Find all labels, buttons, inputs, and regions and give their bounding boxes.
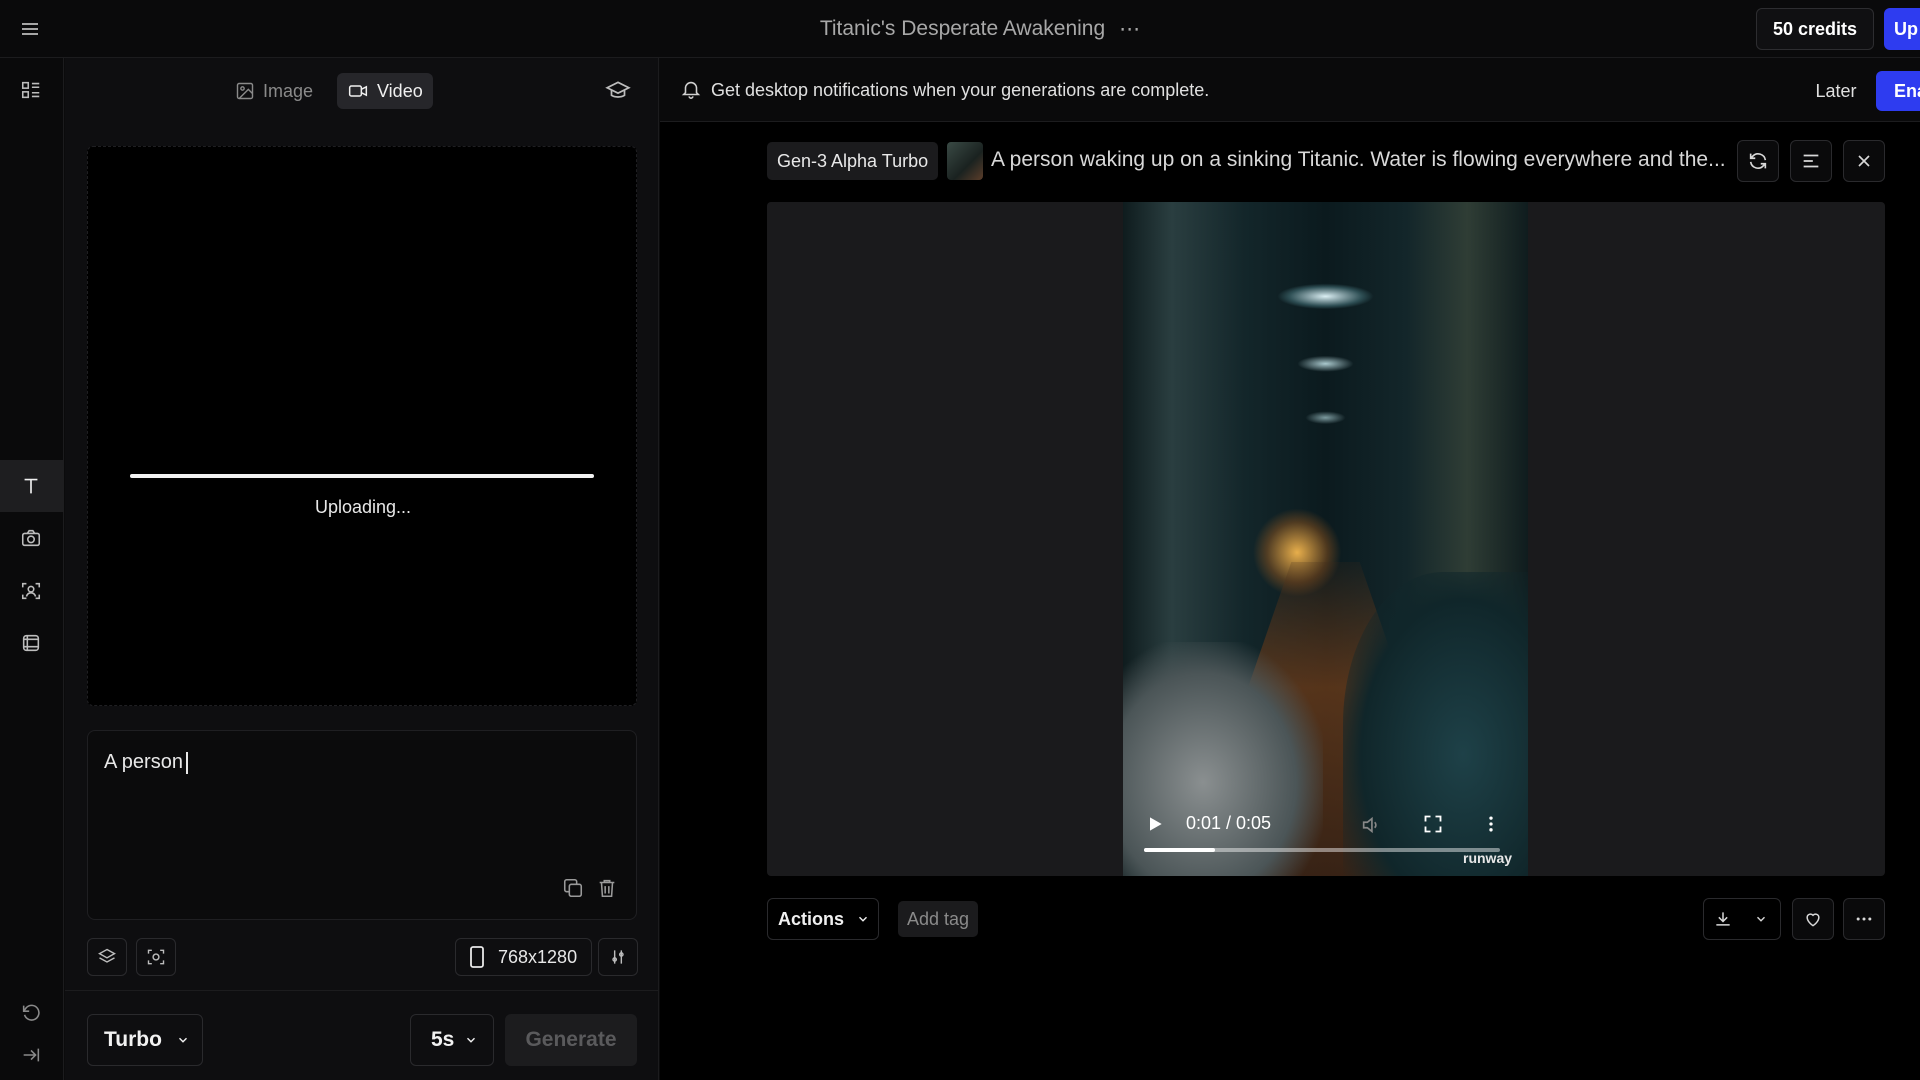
- video-player-frame: 0:01 / 0:05 runway: [767, 202, 1885, 876]
- mode-value: Turbo: [104, 1028, 162, 1051]
- graduation-cap-icon[interactable]: [605, 78, 631, 104]
- upgrade-button[interactable]: Up: [1884, 8, 1920, 50]
- download-group: [1703, 898, 1781, 940]
- copy-icon[interactable]: [562, 877, 586, 901]
- generate-button[interactable]: Generate: [505, 1014, 637, 1066]
- chevron-down-icon: [176, 1033, 190, 1047]
- fullscreen-icon[interactable]: [1423, 814, 1445, 836]
- upload-status: Uploading...: [314, 497, 412, 517]
- assets-icon[interactable]: [16, 75, 46, 105]
- video-options-icon[interactable]: [1481, 814, 1503, 836]
- prompt-input[interactable]: A person: [104, 751, 188, 774]
- chevron-down-icon[interactable]: [1742, 899, 1780, 939]
- enable-notifications-button[interactable]: Ena: [1876, 71, 1920, 111]
- model-badge: Gen-3 Alpha Turbo: [767, 142, 939, 180]
- details-icon[interactable]: [1790, 140, 1832, 182]
- tab-image[interactable]: Image: [225, 73, 323, 109]
- add-tag-button[interactable]: Add tag: [898, 901, 979, 937]
- video-frame[interactable]: 0:01 / 0:05 runway: [1123, 202, 1528, 876]
- more-options-icon[interactable]: [1843, 898, 1885, 940]
- image-icon: [235, 81, 255, 101]
- collapse-panel-icon[interactable]: [16, 1040, 46, 1070]
- video-progress-fill: [1144, 848, 1216, 852]
- layers-icon[interactable]: [87, 938, 127, 976]
- tab-image-label: Image: [263, 80, 314, 101]
- heart-icon[interactable]: [1792, 898, 1834, 940]
- resolution-value: 768x1280: [498, 946, 578, 967]
- undo-icon[interactable]: [16, 998, 46, 1028]
- bell-icon: [680, 78, 704, 102]
- actions-label: Actions: [778, 908, 845, 929]
- frames-icon[interactable]: [16, 628, 46, 658]
- upload-progress-bar: [130, 474, 594, 478]
- top-bar: Titanic's Desperate Awakening ⋯ 50 credi…: [0, 0, 1920, 58]
- panel-divider: [65, 990, 659, 991]
- actions-dropdown[interactable]: Actions: [767, 898, 879, 940]
- main-area: Get desktop notifications when your gene…: [660, 58, 1920, 1080]
- duration-select[interactable]: 5s: [410, 1014, 494, 1066]
- generation-prompt: A person waking up on a sinking Titanic.…: [991, 148, 1726, 171]
- tool-rail: [0, 58, 64, 1080]
- tab-video-label: Video: [377, 80, 423, 101]
- download-icon[interactable]: [1704, 899, 1742, 939]
- upload-area[interactable]: Uploading...: [87, 146, 637, 706]
- refresh-icon[interactable]: [1737, 140, 1779, 182]
- play-icon[interactable]: [1145, 814, 1167, 836]
- prompt-box[interactable]: A person: [87, 730, 637, 920]
- runway-watermark: runway: [1463, 850, 1513, 866]
- mode-select[interactable]: Turbo: [87, 1014, 203, 1066]
- settings-sliders-icon[interactable]: [598, 938, 638, 976]
- face-tracking-icon[interactable]: [16, 576, 46, 606]
- text-caret: [185, 751, 188, 774]
- text-icon[interactable]: [16, 471, 46, 501]
- title-more-icon[interactable]: ⋯: [1119, 17, 1140, 42]
- video-progress-bar[interactable]: [1144, 848, 1500, 852]
- prompt-value: A person: [104, 751, 183, 773]
- input-thumbnail[interactable]: [947, 142, 983, 180]
- later-button[interactable]: Later: [1806, 72, 1866, 110]
- video-time: 0:01 / 0:05: [1186, 813, 1272, 833]
- chevron-down-icon: [464, 1033, 478, 1047]
- video-controls: 0:01 / 0:05 runway: [1123, 796, 1528, 876]
- chevron-down-icon: [856, 912, 870, 926]
- camera-icon[interactable]: [16, 523, 46, 553]
- trash-icon[interactable]: [596, 877, 620, 901]
- tool-panel: Image Video Uploading... A person 768x12…: [65, 58, 659, 1080]
- close-icon[interactable]: [1843, 140, 1885, 182]
- tab-video[interactable]: Video: [337, 73, 433, 109]
- resolution-select[interactable]: 768x1280: [455, 938, 592, 976]
- video-icon: [347, 81, 369, 101]
- credits-button[interactable]: 50 credits: [1756, 8, 1874, 50]
- scan-face-icon[interactable]: [136, 938, 176, 976]
- project-title[interactable]: Titanic's Desperate Awakening: [820, 17, 1105, 41]
- portrait-icon: [470, 946, 484, 968]
- notification-text: Get desktop notifications when your gene…: [711, 80, 1210, 100]
- volume-icon[interactable]: [1360, 814, 1384, 838]
- notification-banner: Get desktop notifications when your gene…: [660, 58, 1920, 122]
- project-title-area: Titanic's Desperate Awakening ⋯: [0, 0, 1920, 58]
- duration-value: 5s: [431, 1028, 455, 1051]
